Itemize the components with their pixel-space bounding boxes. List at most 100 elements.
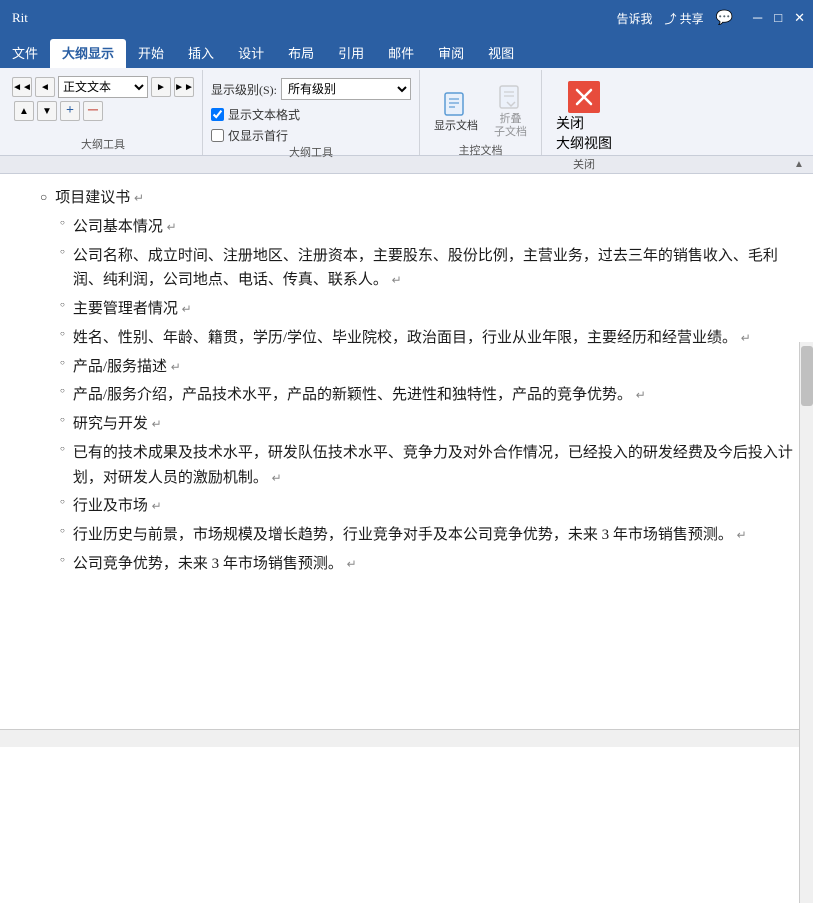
collapse-ribbon-button[interactable]: ▲	[791, 157, 807, 173]
app-title: Rit	[12, 10, 28, 26]
list-item: ○ 项目建议书 ↵	[40, 186, 793, 211]
title-bar-right: 告诉我 ⤴ 共享 💬 ─ □ ✕	[617, 10, 805, 27]
style-select[interactable]: 正文文本 标题1 标题2	[58, 76, 148, 98]
close-outline-icon	[568, 81, 600, 113]
outline-text[interactable]: 公司基本情况 ↵	[73, 215, 793, 240]
move-down-button[interactable]: ▼	[37, 101, 57, 121]
bullet: ○	[60, 525, 65, 538]
ruler-strip: ▲	[0, 156, 813, 174]
comments-button[interactable]: 💬	[716, 10, 733, 27]
show-text-format-checkbox[interactable]: 显示文本格式	[211, 106, 411, 123]
tab-reference[interactable]: 引用	[326, 39, 376, 68]
master-doc-label: 主控文档	[459, 142, 503, 161]
list-item: ○ 公司名称、成立时间、注册地区、注册资本，主要股东、股份比例，主营业务，过去三…	[60, 244, 793, 294]
expand-button[interactable]: +	[60, 101, 80, 121]
level-label: 显示级别(S):	[211, 81, 277, 98]
list-item: ○ 产品/服务描述 ↵	[60, 355, 793, 380]
show-text-format-input[interactable]	[211, 108, 224, 121]
list-item: ○ 公司竞争优势，未来 3 年市场销售预测。 ↵	[60, 552, 793, 577]
show-doc-button[interactable]: 显示文档	[428, 85, 484, 136]
outline-tools-label: 大纲工具	[81, 136, 125, 155]
share-button[interactable]: ⤴ 共享	[665, 10, 704, 27]
bullet: ○	[60, 217, 65, 230]
ribbon-tabs: 文件 大纲显示 开始 插入 设计 布局 引用 邮件 审阅 视图	[0, 36, 813, 68]
bullet: ○	[60, 299, 65, 312]
bullet: ○	[60, 496, 65, 509]
fold-subdoc-label: 折叠子文档	[494, 113, 527, 139]
close-outline-button[interactable]: 关闭大纲视图	[550, 78, 618, 156]
minimize-button[interactable]: ─	[753, 10, 762, 26]
list-item: ○ 公司基本情况 ↵	[60, 215, 793, 240]
doc-wrapper: ○ 项目建议书 ↵ ○ 公司基本情况 ↵ ○ 公司名称、成立时间、注册地区、注册…	[0, 174, 813, 729]
tell-me-button[interactable]: 告诉我	[617, 10, 653, 27]
status-bar	[0, 729, 813, 747]
tab-view[interactable]: 视图	[476, 39, 526, 68]
bullet: ○	[40, 188, 47, 207]
demote-button[interactable]: ►	[151, 77, 171, 97]
list-item: ○ 产品/服务介绍，产品技术水平，产品的新颖性、先进性和独特性，产品的竞争优势。…	[60, 383, 793, 408]
outline-tools-section: ◄◄ ◄ 正文文本 标题1 标题2 ► ►► ▲ ▼ + ─ 大纲工具	[4, 70, 203, 155]
bullet: ○	[60, 414, 65, 427]
scrollbar-thumb[interactable]	[801, 346, 813, 406]
show-first-line-label: 仅显示首行	[228, 127, 288, 144]
tab-layout[interactable]: 布局	[276, 39, 326, 68]
bullet: ○	[60, 328, 65, 341]
master-doc-section: 显示文档 折叠子文档 主控文档	[420, 70, 542, 155]
bullet: ○	[60, 357, 65, 370]
restore-button[interactable]: □	[774, 10, 782, 26]
outline-list: ○ 项目建议书 ↵ ○ 公司基本情况 ↵ ○ 公司名称、成立时间、注册地区、注册…	[40, 186, 793, 577]
tab-outline[interactable]: 大纲显示	[50, 39, 126, 68]
show-first-line-input[interactable]	[211, 129, 224, 142]
move-up-button[interactable]: ▲	[14, 101, 34, 121]
tab-review[interactable]: 审阅	[426, 39, 476, 68]
close-window-button[interactable]: ✕	[794, 10, 805, 26]
show-text-format-label: 显示文本格式	[228, 106, 300, 123]
list-item: ○ 姓名、性别、年龄、籍贯，学历/学位、毕业院校，政治面目，行业从业年限，主要经…	[60, 326, 793, 351]
show-options-label: 大纲工具	[289, 144, 333, 163]
scrollbar[interactable]	[799, 342, 813, 903]
close-section: 关闭大纲视图 关闭	[542, 70, 626, 155]
outline-text[interactable]: 行业及市场 ↵	[73, 494, 793, 519]
outline-text[interactable]: 姓名、性别、年龄、籍贯，学历/学位、毕业院校，政治面目，行业从业年限，主要经历和…	[73, 326, 793, 351]
bullet: ○	[60, 246, 65, 259]
outline-text[interactable]: 公司名称、成立时间、注册地区、注册资本，主要股东、股份比例，主营业务，过去三年的…	[73, 244, 793, 294]
promote-button[interactable]: ◄	[35, 77, 55, 97]
promote-max-button[interactable]: ◄◄	[12, 77, 32, 97]
level-select[interactable]: 所有级别 1级 2级 3级	[281, 78, 411, 100]
collapse-button[interactable]: ─	[83, 101, 103, 121]
outline-text[interactable]: 产品/服务介绍，产品技术水平，产品的新颖性、先进性和独特性，产品的竞争优势。 ↵	[73, 383, 793, 408]
tab-insert[interactable]: 插入	[176, 39, 226, 68]
list-item: ○ 研究与开发 ↵	[60, 412, 793, 437]
tab-file[interactable]: 文件	[0, 39, 50, 68]
level-row: 显示级别(S): 所有级别 1级 2级 3级	[211, 78, 411, 100]
outline-text[interactable]: 主要管理者情况 ↵	[73, 297, 793, 322]
tab-mail[interactable]: 邮件	[376, 39, 426, 68]
close-outline-label: 关闭大纲视图	[556, 113, 612, 153]
show-doc-icon	[440, 88, 472, 120]
doc-area: ○ 项目建议书 ↵ ○ 公司基本情况 ↵ ○ 公司名称、成立时间、注册地区、注册…	[0, 174, 813, 729]
outline-text[interactable]: 行业历史与前景，市场规模及增长趋势，行业竞争对手及本公司竞争优势，未来 3 年市…	[73, 523, 793, 548]
bullet: ○	[60, 554, 65, 567]
outline-text[interactable]: 项目建议书 ↵	[55, 186, 793, 211]
bullet: ○	[60, 385, 65, 398]
fold-subdoc-button[interactable]: 折叠子文档	[488, 78, 533, 142]
list-item: ○ 主要管理者情况 ↵	[60, 297, 793, 322]
show-options-section: 显示级别(S): 所有级别 1级 2级 3级 显示文本格式 仅显示首行 大纲工具	[203, 70, 420, 155]
list-item: ○ 行业历史与前景，市场规模及增长趋势，行业竞争对手及本公司竞争优势，未来 3 …	[60, 523, 793, 548]
outline-text[interactable]: 产品/服务描述 ↵	[73, 355, 793, 380]
ribbon: ◄◄ ◄ 正文文本 标题1 标题2 ► ►► ▲ ▼ + ─ 大纲工具	[0, 68, 813, 156]
title-bar: Rit 告诉我 ⤴ 共享 💬 ─ □ ✕	[0, 0, 813, 36]
tab-start[interactable]: 开始	[126, 39, 176, 68]
outline-text[interactable]: 公司竞争优势，未来 3 年市场销售预测。 ↵	[73, 552, 793, 577]
outline-text[interactable]: 研究与开发 ↵	[73, 412, 793, 437]
close-label: 关闭	[573, 156, 595, 175]
list-item: ○ 已有的技术成果及技术水平，研发队伍技术水平、竞争力及对外合作情况，已经投入的…	[60, 441, 793, 491]
outline-text[interactable]: 已有的技术成果及技术水平，研发队伍技术水平、竞争力及对外合作情况，已经投入的研发…	[73, 441, 793, 491]
bullet: ○	[60, 443, 65, 456]
tab-design[interactable]: 设计	[226, 39, 276, 68]
show-first-line-checkbox[interactable]: 仅显示首行	[211, 127, 411, 144]
fold-subdoc-icon	[495, 81, 527, 113]
demote-max-button[interactable]: ►►	[174, 77, 194, 97]
show-doc-label: 显示文档	[434, 120, 478, 133]
list-item: ○ 行业及市场 ↵	[60, 494, 793, 519]
